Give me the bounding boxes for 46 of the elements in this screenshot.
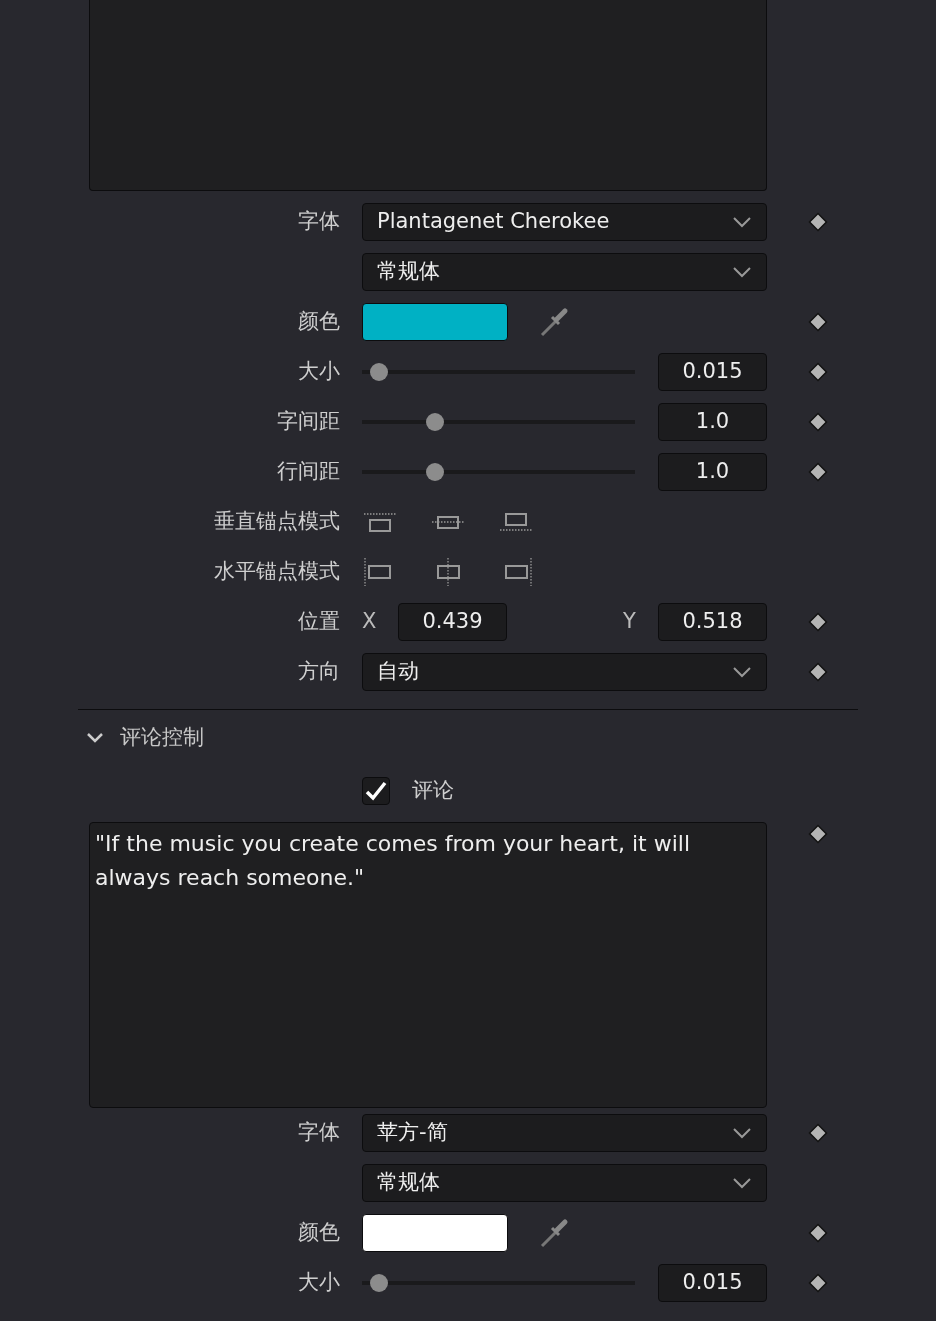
field-label: 颜色	[298, 308, 341, 336]
eyedropper-icon[interactable]	[538, 306, 570, 338]
value-field[interactable]: 0.439	[398, 603, 507, 641]
field-label: 垂直锚点模式	[214, 508, 341, 536]
caret-icon	[732, 216, 752, 228]
field-label: 水平锚点模式	[214, 558, 341, 586]
eyedropper-icon[interactable]	[538, 1217, 570, 1249]
value-field[interactable]: 1.0	[658, 453, 767, 491]
dropdown[interactable]: 常规体	[362, 253, 767, 291]
field-label: 大小	[298, 1269, 341, 1297]
axis-label: Y	[623, 608, 637, 636]
caret-icon	[732, 266, 752, 278]
checkbox-label: 评论	[412, 777, 454, 805]
dropdown[interactable]: 常规体	[362, 1164, 767, 1202]
caret-icon	[732, 1127, 752, 1139]
axis-label: X	[362, 608, 378, 636]
section-title[interactable]: 评论控制	[120, 722, 204, 754]
field-label: 行间距	[277, 458, 341, 486]
dropdown[interactable]: 自动	[362, 653, 767, 691]
anchor-icon[interactable]	[362, 512, 398, 532]
field-label: 字间距	[277, 408, 341, 436]
field-label: 方向	[298, 658, 341, 686]
text-area[interactable]: "If the music you create comes from your heart, it will always reach someone."	[89, 822, 767, 1108]
value-field[interactable]: 0.015	[658, 1264, 767, 1302]
color-swatch[interactable]	[362, 303, 508, 341]
field-label: 字体	[298, 1119, 341, 1147]
caret-icon	[732, 1177, 752, 1189]
checkbox[interactable]	[362, 777, 390, 805]
slider-thumb[interactable]	[369, 363, 388, 381]
field-label: 字体	[298, 208, 341, 236]
slider-thumb[interactable]	[425, 413, 444, 431]
chevron-icon[interactable]	[86, 732, 104, 744]
slider-thumb[interactable]	[369, 1274, 388, 1292]
checkmark-icon	[365, 781, 387, 801]
value-field[interactable]: 1.0	[658, 403, 767, 441]
field-label: 大小	[298, 358, 341, 386]
field-label: 位置	[298, 608, 341, 636]
value-field[interactable]: 0.518	[658, 603, 767, 641]
slider-thumb[interactable]	[425, 463, 444, 481]
dropdown[interactable]: Plantagenet Cherokee	[362, 203, 767, 241]
dropdown[interactable]: 苹方-简	[362, 1114, 767, 1152]
value-field[interactable]: 0.015	[658, 353, 767, 391]
color-swatch[interactable]	[362, 1214, 508, 1252]
field-label: 颜色	[298, 1219, 341, 1247]
anchor-icon[interactable]	[498, 512, 534, 532]
caret-icon	[732, 666, 752, 678]
